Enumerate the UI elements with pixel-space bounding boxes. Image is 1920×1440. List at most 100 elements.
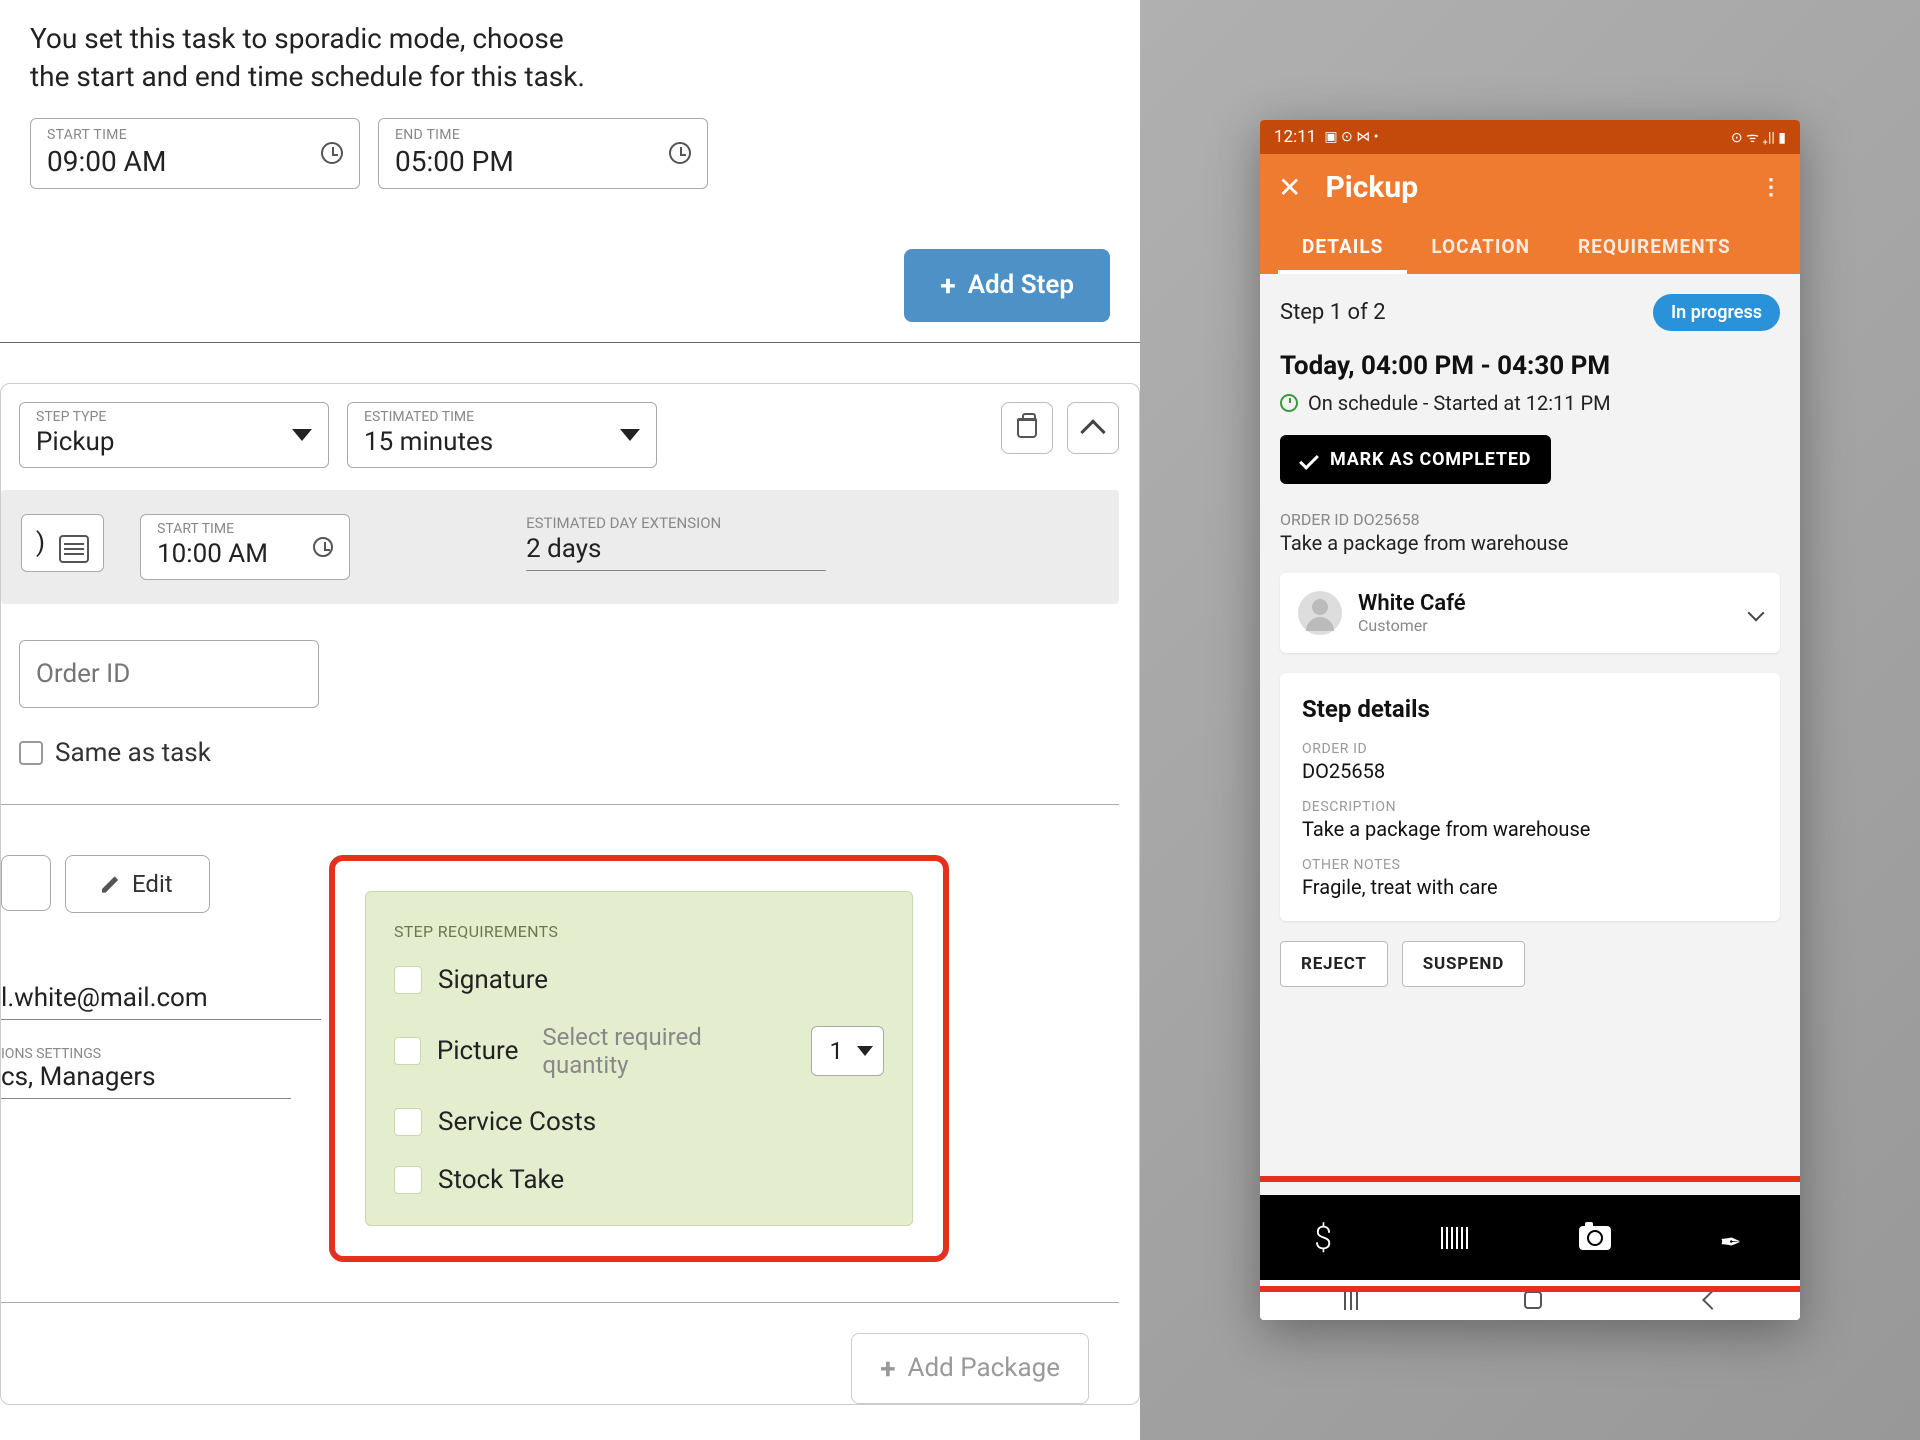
phone-frame: 12:11 ▣ ⊙ ⋈ • ⊙ ᯤ ₊|| ▮ ✕ Pickup ⋮ DETAI… <box>1260 120 1800 1320</box>
req-stock-label: Stock Take <box>438 1165 564 1195</box>
add-package-button[interactable]: + Add Package <box>851 1333 1089 1404</box>
start-time-label: START TIME <box>47 127 343 143</box>
req-service-label: Service Costs <box>438 1107 596 1137</box>
qty-value: 1 <box>830 1037 844 1065</box>
req-signature-row[interactable]: Signature <box>394 965 884 995</box>
clock-icon <box>313 537 333 557</box>
req-service-row[interactable]: Service Costs <box>394 1107 884 1137</box>
status-badge: In progress <box>1653 294 1780 331</box>
partial-button[interactable] <box>1 855 51 911</box>
mark-completed-label: MARK AS COMPLETED <box>1330 449 1531 470</box>
divider <box>1 1302 1119 1303</box>
chevron-down-icon <box>857 1046 873 1056</box>
order-id-input[interactable] <box>19 640 319 708</box>
plus-icon: + <box>880 1352 895 1385</box>
action-bar <box>1260 1195 1800 1280</box>
plus-icon: + <box>940 269 955 302</box>
phone-body: Step 1 of 2 In progress Today, 04:00 PM … <box>1260 274 1800 1193</box>
reject-button[interactable]: REJECT <box>1280 941 1388 987</box>
step-requirements-title: STEP REQUIREMENTS <box>394 922 884 941</box>
chevron-down-icon <box>1748 605 1765 622</box>
d-order-value: DO25658 <box>1302 759 1758 783</box>
avatar-icon <box>1298 591 1342 635</box>
dollar-icon[interactable] <box>1314 1219 1332 1257</box>
est-time-value: 15 minutes <box>364 427 640 457</box>
inner-start-value: 10:00 AM <box>157 539 333 569</box>
home-icon[interactable] <box>1524 1291 1542 1309</box>
delete-step-button[interactable] <box>1001 402 1053 454</box>
suspend-button[interactable]: SUSPEND <box>1402 941 1525 987</box>
req-picture-label: Picture <box>437 1036 519 1066</box>
customer-card[interactable]: White Café Customer <box>1280 573 1780 653</box>
inner-start-time-field[interactable]: START TIME 10:00 AM <box>140 514 350 580</box>
step-type-select[interactable]: STEP TYPE Pickup <box>19 402 329 468</box>
ext-label: ESTIMATED DAY EXTENSION <box>526 514 826 532</box>
req-picture-row[interactable]: Picture Select required quantity 1 <box>394 1023 884 1079</box>
signature-icon[interactable] <box>1720 1225 1746 1251</box>
add-step-button[interactable]: + Add Step <box>904 249 1110 322</box>
permissions-label: IONS SETTINGS <box>1 1046 321 1062</box>
schedule-text: On schedule - Started at 12:11 PM <box>1308 391 1611 415</box>
schedule-line: On schedule - Started at 12:11 PM <box>1280 391 1780 415</box>
clock-icon <box>669 142 691 164</box>
email-value: l.white@mail.com <box>1 983 321 1020</box>
ext-value: 2 days <box>526 534 826 571</box>
estimated-time-select[interactable]: ESTIMATED TIME 15 minutes <box>347 402 657 468</box>
desktop-form-pane: You set this task to sporadic mode, choo… <box>0 0 1140 1440</box>
req-signature-label: Signature <box>438 965 548 995</box>
app-bar: ✕ Pickup ⋮ DETAILS LOCATION REQUIREMENTS <box>1260 154 1800 274</box>
pencil-icon <box>102 875 120 893</box>
checkbox-icon <box>394 1108 422 1136</box>
end-time-label: END TIME <box>395 127 691 143</box>
time-heading: Today, 04:00 PM - 04:30 PM <box>1280 351 1780 381</box>
tab-details[interactable]: DETAILS <box>1278 223 1407 274</box>
schedule-strip: ) START TIME 10:00 AM ESTIMATED DAY EXTE… <box>1 490 1119 604</box>
calendar-icon[interactable] <box>59 535 89 563</box>
highlight-box: STEP REQUIREMENTS Signature Picture Sele… <box>329 855 949 1262</box>
edit-label: Edit <box>132 870 173 898</box>
start-time-field[interactable]: START TIME 09:00 AM <box>30 118 360 189</box>
qty-select[interactable]: 1 <box>811 1026 885 1076</box>
tab-bar: DETAILS LOCATION REQUIREMENTS <box>1278 223 1782 274</box>
phone-preview-pane: 12:11 ▣ ⊙ ⋈ • ⊙ ᯤ ₊|| ▮ ✕ Pickup ⋮ DETAI… <box>1140 0 1920 1440</box>
d-desc-value: Take a package from warehouse <box>1302 817 1758 841</box>
step-counter: Step 1 of 2 <box>1280 300 1386 325</box>
req-stock-row[interactable]: Stock Take <box>394 1165 884 1195</box>
order-description: Take a package from warehouse <box>1280 531 1780 555</box>
android-nav-bar <box>1260 1280 1800 1320</box>
checkbox-icon <box>394 966 422 994</box>
mark-completed-button[interactable]: MARK AS COMPLETED <box>1280 435 1551 484</box>
clock-icon <box>321 142 343 164</box>
d-notes-value: Fragile, treat with care <box>1302 875 1758 899</box>
clock-icon <box>1280 394 1298 412</box>
d-order-label: ORDER ID <box>1302 741 1758 757</box>
status-system-icons: ⊙ ᯤ ₊|| ▮ <box>1731 128 1786 147</box>
step-requirements-panel: STEP REQUIREMENTS Signature Picture Sele… <box>365 891 913 1226</box>
same-as-task-checkbox-row[interactable]: Same as task <box>19 738 1119 768</box>
tab-requirements[interactable]: REQUIREMENTS <box>1554 223 1755 274</box>
d-desc-label: DESCRIPTION <box>1302 799 1758 815</box>
more-icon[interactable]: ⋮ <box>1760 182 1782 193</box>
back-icon[interactable] <box>1702 1290 1722 1310</box>
inner-start-label: START TIME <box>157 521 333 537</box>
close-icon[interactable]: ✕ <box>1278 171 1301 204</box>
customer-role: Customer <box>1358 616 1466 635</box>
chevron-down-icon <box>620 429 640 441</box>
end-time-value: 05:00 PM <box>395 145 691 178</box>
edit-button[interactable]: Edit <box>65 855 210 913</box>
tab-location[interactable]: LOCATION <box>1407 223 1554 274</box>
est-time-label: ESTIMATED TIME <box>364 409 640 425</box>
step-details-card: Step details ORDER ID DO25658 DESCRIPTIO… <box>1280 673 1780 921</box>
check-icon <box>1299 450 1319 470</box>
end-time-field[interactable]: END TIME 05:00 PM <box>378 118 708 189</box>
order-id-label: ORDER ID DO25658 <box>1280 510 1780 529</box>
chevron-down-icon <box>292 429 312 441</box>
camera-icon[interactable] <box>1579 1226 1611 1250</box>
same-as-task-label: Same as task <box>55 738 211 768</box>
chevron-up-icon <box>1080 419 1105 444</box>
recents-icon[interactable] <box>1350 1290 1352 1310</box>
barcode-icon[interactable] <box>1441 1227 1471 1249</box>
collapse-step-button[interactable] <box>1067 402 1119 454</box>
step-details-title: Step details <box>1302 695 1758 723</box>
day-extension-field[interactable]: ESTIMATED DAY EXTENSION 2 days <box>526 514 826 571</box>
